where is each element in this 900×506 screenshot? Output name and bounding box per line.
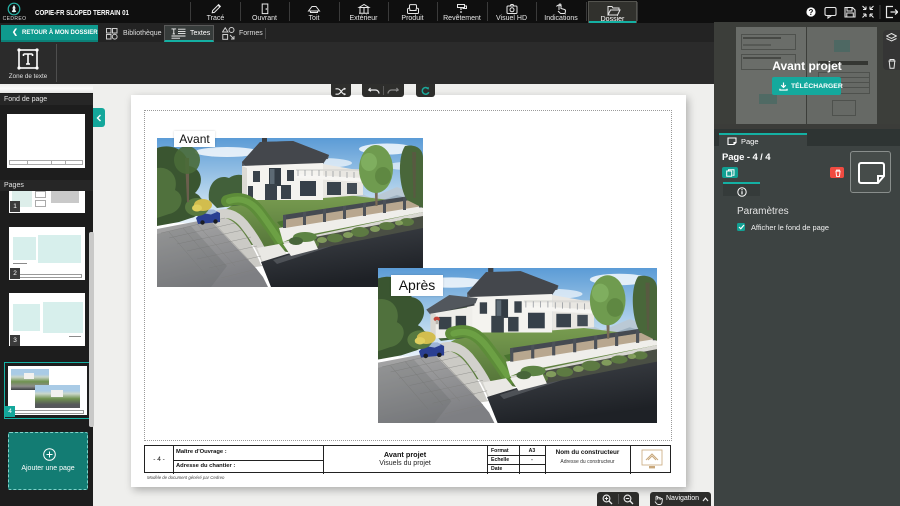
svg-text:?: ?: [809, 8, 814, 17]
